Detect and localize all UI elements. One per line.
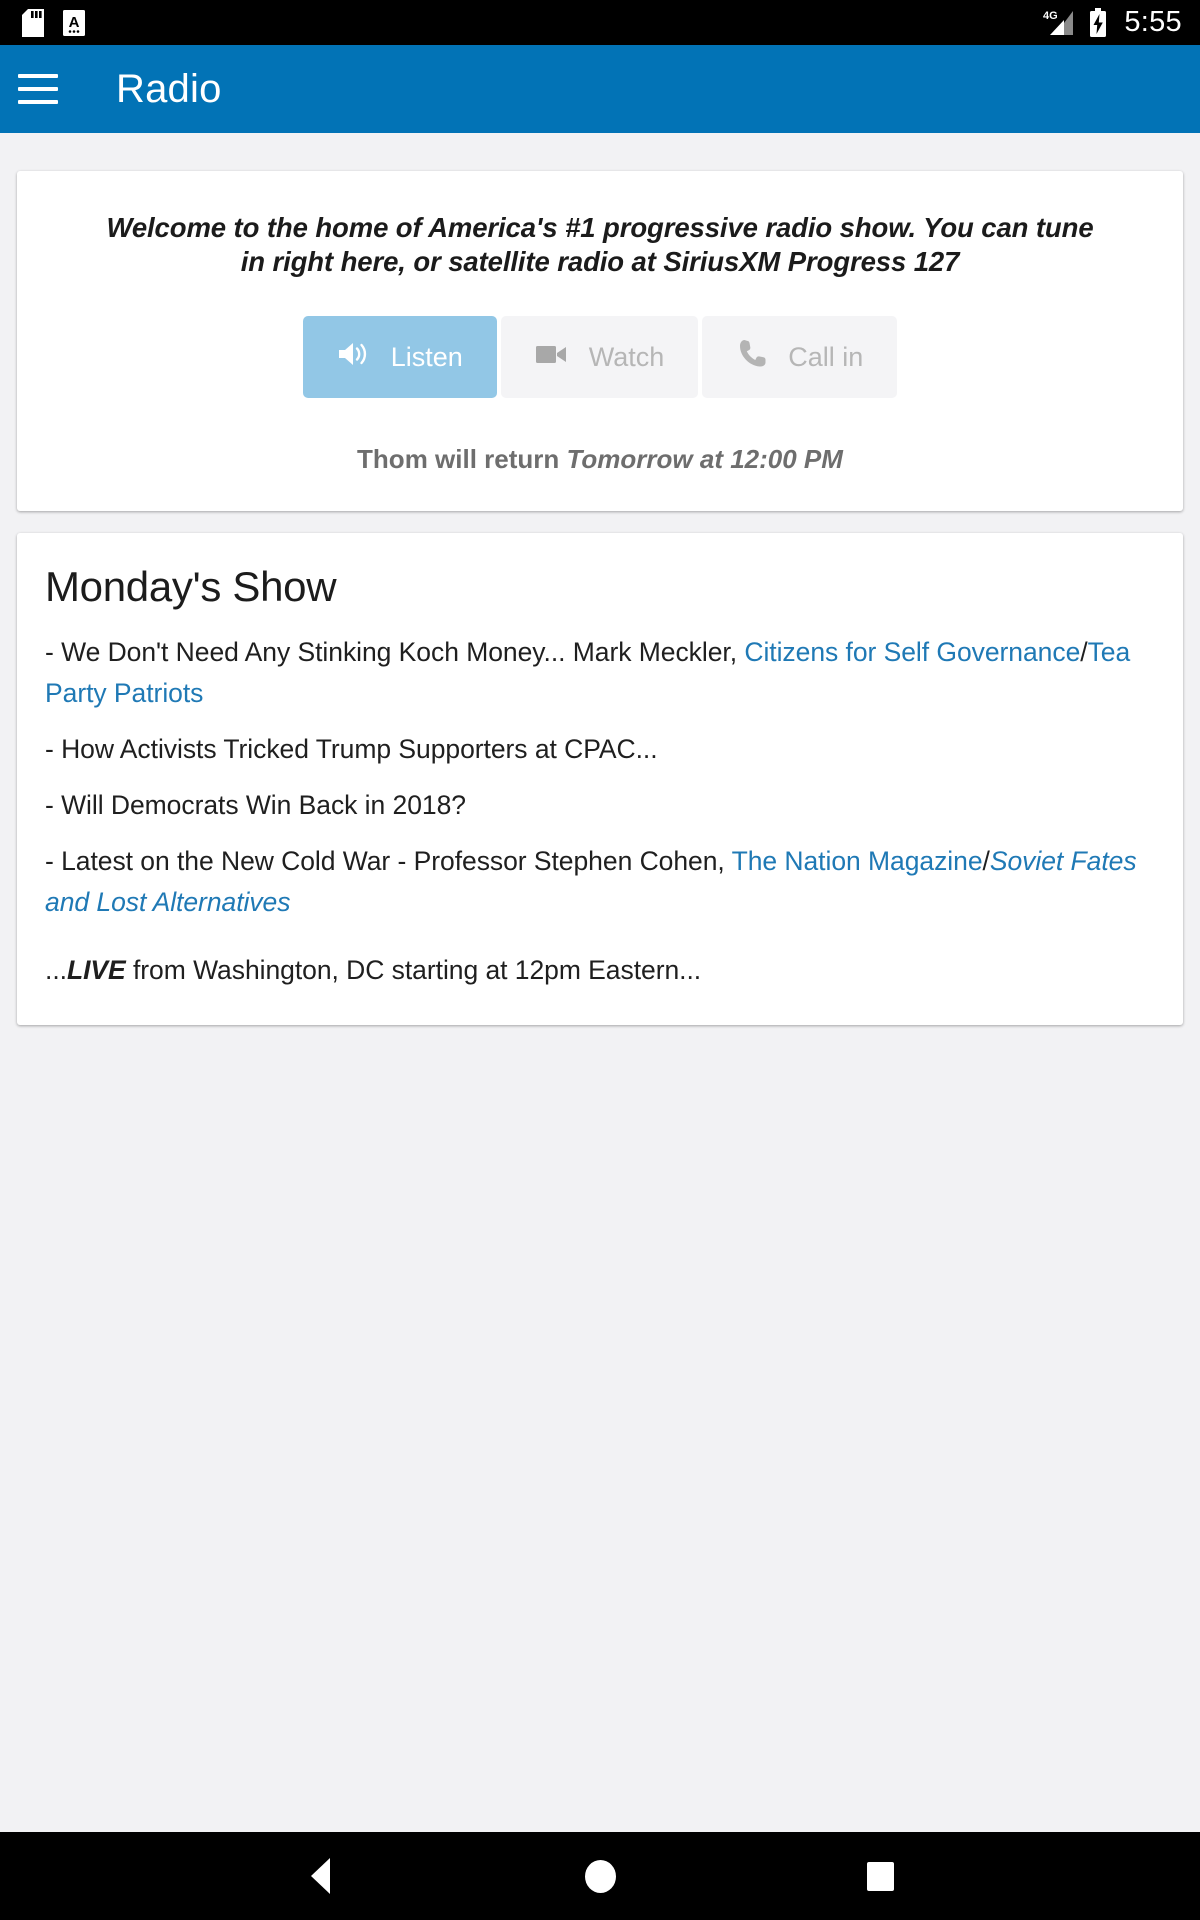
list-item: - How Activists Tricked Trump Supporters… [45, 729, 1155, 770]
topic-text: - We Don't Need Any Stinking Koch Money.… [45, 637, 745, 668]
list-item: - Latest on the New Cold War - Professor… [45, 841, 1155, 923]
signal-4g-icon: 4G [1042, 8, 1076, 38]
listen-button-label: Listen [390, 341, 463, 372]
home-circle-icon [584, 1859, 616, 1893]
status-bar-right-icons: 4G 5:55 [1042, 6, 1182, 39]
recents-square-icon [866, 1861, 894, 1891]
action-button-row: Listen Watch Call in [47, 316, 1153, 399]
app-screen: A 4G 5:55 Radio Welcome to the home of A… [0, 0, 1200, 1920]
volume-speaker-icon [337, 339, 371, 376]
welcome-message: Welcome to the home of America's #1 prog… [106, 212, 1094, 277]
nav-recents-button[interactable] [836, 1832, 924, 1920]
main-content: Welcome to the home of America's #1 prog… [0, 133, 1200, 1832]
live-note-prefix: ... [45, 954, 67, 985]
sd-card-icon [22, 8, 44, 37]
android-navigation-bar [0, 1832, 1200, 1920]
list-item: - Will Democrats Win Back in 2018? [45, 785, 1155, 826]
link-citizens-for-self-governance[interactable]: Citizens for Self Governance [744, 637, 1080, 667]
live-note-rest: from Washington, DC starting at 12pm Eas… [125, 954, 702, 985]
page-title: Radio [116, 66, 222, 111]
app-bar: Radio [0, 45, 1200, 133]
show-rundown-card: Monday's Show - We Don't Need Any Stinki… [17, 533, 1183, 1025]
show-card-title: Monday's Show [45, 563, 337, 611]
status-bar: A 4G 5:55 [0, 0, 1200, 45]
hamburger-bar-2 [18, 87, 58, 91]
list-item: - We Don't Need Any Stinking Koch Money.… [45, 632, 1155, 714]
video-camera-icon [535, 341, 569, 374]
call-in-button-label: Call in [788, 341, 864, 372]
live-note-emphasis: LIVE [66, 954, 126, 985]
watch-button[interactable]: Watch [500, 316, 699, 399]
hamburger-bar-1 [18, 74, 58, 78]
welcome-card: Welcome to the home of America's #1 prog… [17, 171, 1183, 512]
live-broadcast-note: ...LIVE from Washington, DC starting at … [45, 950, 1155, 991]
topic-text: - Latest on the New Cold War - Professor… [45, 846, 732, 877]
host-return-status: Thom will return Tomorrow at 12:00 PM [47, 444, 1153, 475]
status-bar-left-icons: A [22, 8, 86, 37]
separator-slash: / [982, 846, 990, 877]
battery-charging-icon [1088, 7, 1108, 38]
return-prefix-text: Thom will return [357, 444, 567, 475]
note-a-icon: A [62, 9, 86, 37]
back-triangle-icon [310, 1858, 330, 1894]
svg-text:A: A [69, 14, 80, 31]
link-the-nation-magazine[interactable]: The Nation Magazine [732, 846, 983, 876]
watch-button-label: Watch [588, 341, 665, 372]
show-topic-list: - We Don't Need Any Stinking Koch Money.… [45, 632, 1155, 990]
hamburger-menu-icon[interactable] [18, 63, 70, 115]
separator-slash: / [1080, 637, 1088, 668]
return-time-text: Tomorrow at 12:00 PM [566, 444, 843, 475]
listen-button[interactable]: Listen [302, 316, 497, 399]
nav-back-button[interactable] [276, 1832, 364, 1920]
svg-text:4G: 4G [1043, 10, 1058, 22]
hamburger-bar-3 [18, 100, 58, 104]
topic-text: - Will Democrats Win Back in 2018? [45, 790, 466, 821]
nav-home-button[interactable] [556, 1832, 644, 1920]
topic-text: - How Activists Tricked Trump Supporters… [45, 734, 658, 765]
call-in-button[interactable]: Call in [702, 316, 898, 399]
status-bar-clock: 5:55 [1124, 6, 1182, 38]
phone-icon [736, 338, 768, 377]
